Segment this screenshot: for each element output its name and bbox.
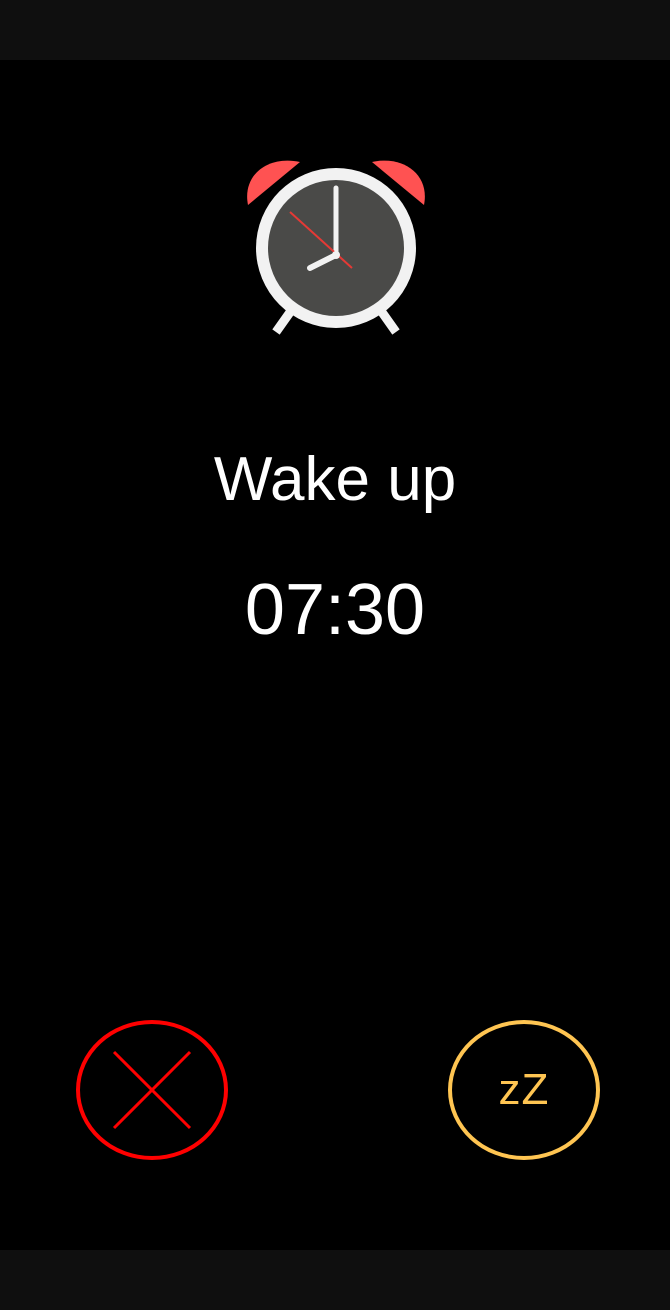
status-bar (0, 0, 670, 60)
dismiss-button[interactable] (76, 1020, 228, 1160)
snooze-button[interactable]: zZ (448, 1020, 600, 1160)
snooze-label: zZ (498, 1065, 550, 1114)
alarm-time: 07:30 (244, 570, 426, 650)
alarm-label: Wake up (213, 445, 457, 514)
close-x-icon (112, 1050, 192, 1130)
alarm-screen: Wake up 07:30 zZ (0, 0, 670, 1310)
navigation-bar (0, 1250, 670, 1310)
alarm-clock-icon (247, 160, 425, 335)
